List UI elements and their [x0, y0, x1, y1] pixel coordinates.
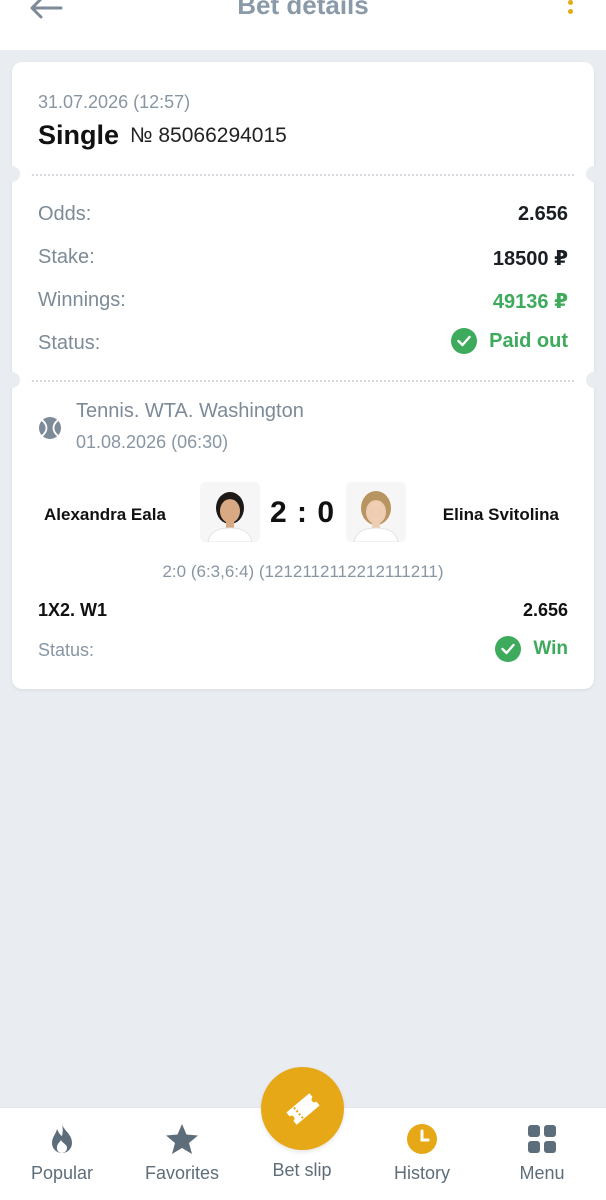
more-vertical-icon[interactable]	[564, 0, 576, 20]
nav-history[interactable]: History	[362, 1108, 482, 1200]
stake-label: Stake:	[38, 246, 95, 268]
nav-menu-label: Menu	[519, 1163, 565, 1183]
grid-icon	[525, 1122, 559, 1156]
market-name: 1X2. W1	[38, 600, 108, 620]
divider	[32, 380, 574, 382]
nav-history-label: History	[393, 1163, 450, 1183]
star-icon	[165, 1122, 199, 1156]
fire-icon	[45, 1122, 79, 1156]
odds-value: 2.656	[517, 203, 568, 225]
winnings-label: Winnings:	[38, 289, 126, 311]
bet-number: № 85066294015	[130, 124, 287, 147]
odds-label: Odds:	[38, 203, 92, 225]
selection-status-label: Status:	[38, 640, 95, 660]
tennis-ball-icon	[39, 417, 61, 439]
check-circle-icon	[495, 636, 522, 662]
card-notch	[4, 372, 20, 388]
winnings-value: 49136 ₽	[492, 291, 568, 313]
nav-favorites[interactable]: Favorites	[122, 1108, 242, 1200]
divider	[32, 174, 574, 176]
match-score: 2 : 0	[270, 496, 336, 529]
card-notch	[586, 372, 602, 388]
selection-status-value: Win	[533, 638, 568, 659]
card-notch	[4, 166, 20, 182]
nav-betslip-label: Bet slip	[272, 1160, 332, 1180]
team2-avatar	[346, 482, 406, 542]
clock-icon	[405, 1122, 439, 1156]
team1-name: Alexandra Eala	[44, 505, 166, 524]
nav-menu[interactable]: Menu	[482, 1108, 602, 1200]
team2-name: Elina Svitolina	[442, 505, 559, 524]
nav-popular-label: Popular	[30, 1163, 94, 1183]
nav-popular[interactable]: Popular	[2, 1108, 122, 1200]
status-badge: Paid out	[451, 328, 568, 354]
bet-card: 31.07.2026 (12:57) Single № 85066294015 …	[4, 62, 602, 689]
ticket-icon	[285, 1092, 320, 1125]
status-value: Paid out	[489, 329, 568, 352]
set-scores: 2:0 (6:3,6:4) (121211211221211121​1)	[162, 562, 444, 581]
app-header: Bet details	[0, 0, 606, 50]
card-notch	[586, 166, 602, 182]
event-date: 01.08.2026 (06:30)	[76, 432, 229, 452]
betslip-button[interactable]	[261, 1067, 344, 1150]
stake-value: 18500 ₽	[492, 248, 568, 270]
market-odds: 2.656	[522, 600, 568, 620]
page-title: Bet details	[237, 0, 369, 20]
status-label: Status:	[38, 332, 101, 354]
team1-avatar	[200, 482, 260, 542]
bet-datetime: 31.07.2026 (12:57)	[38, 92, 191, 112]
selection-status-badge: Win	[495, 636, 568, 662]
bet-type: Single	[38, 120, 120, 150]
check-circle-icon	[451, 328, 478, 354]
nav-favorites-label: Favorites	[144, 1163, 220, 1183]
event-league: Tennis. WTA. Washington	[76, 400, 304, 422]
